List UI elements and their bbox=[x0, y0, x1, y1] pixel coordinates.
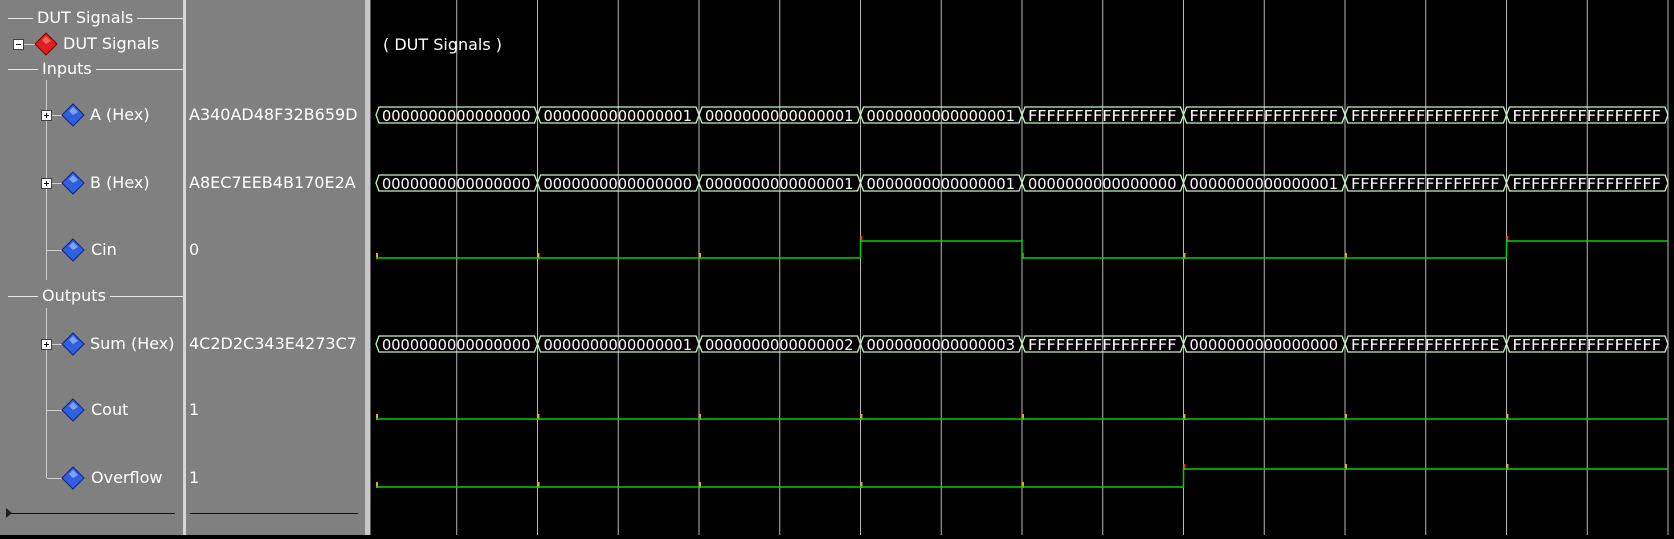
group-label[interactable]: DUT Signals bbox=[63, 34, 159, 54]
name-panel-scrollbar[interactable] bbox=[8, 513, 175, 514]
collapse-toggle-icon[interactable] bbox=[13, 39, 24, 50]
bus-value-a: 0000000000000000 bbox=[382, 107, 531, 125]
signal-name-panel: DUT Signals DUT Signals Inputs A (Hex) B… bbox=[0, 0, 183, 535]
group-diamond-icon bbox=[34, 32, 58, 56]
bus-value-b: FFFFFFFFFFFFFFFF bbox=[1513, 175, 1662, 193]
bus-value-b: 0000000000000001 bbox=[705, 175, 854, 193]
time-grid bbox=[456, 0, 1669, 535]
bus-value-b: 0000000000000000 bbox=[544, 175, 693, 193]
bus-value-sum: 0000000000000002 bbox=[705, 336, 854, 354]
signal-diamond-icon bbox=[61, 103, 85, 127]
expand-sum-icon[interactable] bbox=[41, 339, 52, 350]
bus-value-sum: FFFFFFFFFFFFFFFE bbox=[1351, 336, 1500, 354]
group-divider-dut-signals: DUT Signals bbox=[0, 8, 183, 28]
bus-value-sum: 0000000000000001 bbox=[544, 336, 693, 354]
bus-value-a: FFFFFFFFFFFFFFFF bbox=[1513, 107, 1662, 125]
bus-value-b: 0000000000000001 bbox=[1190, 175, 1339, 193]
bus-value-a: FFFFFFFFFFFFFFFF bbox=[1028, 107, 1177, 125]
bit-trace-cin bbox=[376, 240, 1668, 259]
bus-value-sum: FFFFFFFFFFFFFFFF bbox=[1028, 336, 1177, 354]
waveform-canvas[interactable]: ( DUT Signals ) 0000000000000000 00000000… bbox=[371, 0, 1674, 535]
signal-diamond-icon bbox=[61, 171, 85, 195]
bus-value-sum: 0000000000000003 bbox=[867, 336, 1016, 354]
value-overflow: 1 bbox=[189, 468, 200, 487]
group-divider-label: DUT Signals bbox=[33, 8, 138, 28]
signal-name-b[interactable]: B (Hex) bbox=[90, 173, 150, 193]
group-divider-label: Inputs bbox=[38, 59, 96, 79]
signal-name-cin[interactable]: Cin bbox=[91, 240, 117, 260]
bus-value-sum: 0000000000000000 bbox=[382, 336, 531, 354]
bus-value-b: FFFFFFFFFFFFFFFF bbox=[1351, 175, 1500, 193]
value-cin: 0 bbox=[189, 240, 200, 259]
scroll-left-arrow-icon[interactable] bbox=[6, 508, 12, 518]
signal-name-cout[interactable]: Cout bbox=[91, 400, 128, 420]
bus-value-a: 0000000000000001 bbox=[544, 107, 693, 125]
signal-name-a[interactable]: A (Hex) bbox=[90, 105, 150, 125]
signal-diamond-icon bbox=[61, 398, 85, 422]
signal-value-panel: A340AD48F32B659D A8EC7EEB4B170E2A 0 4C2D… bbox=[186, 0, 365, 535]
value-sum: 4C2D2C343E4273C7 bbox=[189, 334, 357, 353]
bus-value-b: 0000000000000000 bbox=[382, 175, 531, 193]
signal-name-sum[interactable]: Sum (Hex) bbox=[90, 334, 175, 354]
signal-diamond-icon bbox=[61, 238, 85, 262]
bus-value-b: 0000000000000001 bbox=[867, 175, 1016, 193]
bus-value-sum: FFFFFFFFFFFFFFFF bbox=[1513, 336, 1662, 354]
signal-name-overflow[interactable]: Overflow bbox=[91, 468, 162, 488]
bus-value-a: FFFFFFFFFFFFFFFF bbox=[1351, 107, 1500, 125]
waveform-viewer[interactable]: ( DUT Signals ) 0000000000000000 00000000… bbox=[371, 0, 1674, 535]
value-a: A340AD48F32B659D bbox=[189, 105, 358, 124]
expand-a-icon[interactable] bbox=[41, 110, 52, 121]
bus-value-a: 0000000000000001 bbox=[867, 107, 1016, 125]
expand-b-icon[interactable] bbox=[41, 178, 52, 189]
waveform-group-label: ( DUT Signals ) bbox=[383, 35, 502, 54]
group-divider-outputs: Outputs bbox=[0, 286, 183, 306]
bus-value-b: 0000000000000000 bbox=[1028, 175, 1177, 193]
group-divider-label: Outputs bbox=[38, 286, 110, 306]
signal-diamond-icon bbox=[61, 332, 85, 356]
signal-diamond-icon bbox=[61, 466, 85, 490]
value-b: A8EC7EEB4B170E2A bbox=[189, 173, 356, 192]
bus-value-a: 0000000000000001 bbox=[705, 107, 854, 125]
bus-value-sum: 0000000000000000 bbox=[1190, 336, 1339, 354]
value-panel-scrollbar[interactable] bbox=[190, 513, 358, 514]
group-divider-inputs: Inputs bbox=[0, 59, 183, 79]
value-cout: 1 bbox=[189, 400, 200, 419]
bus-value-a: FFFFFFFFFFFFFFFF bbox=[1190, 107, 1339, 125]
